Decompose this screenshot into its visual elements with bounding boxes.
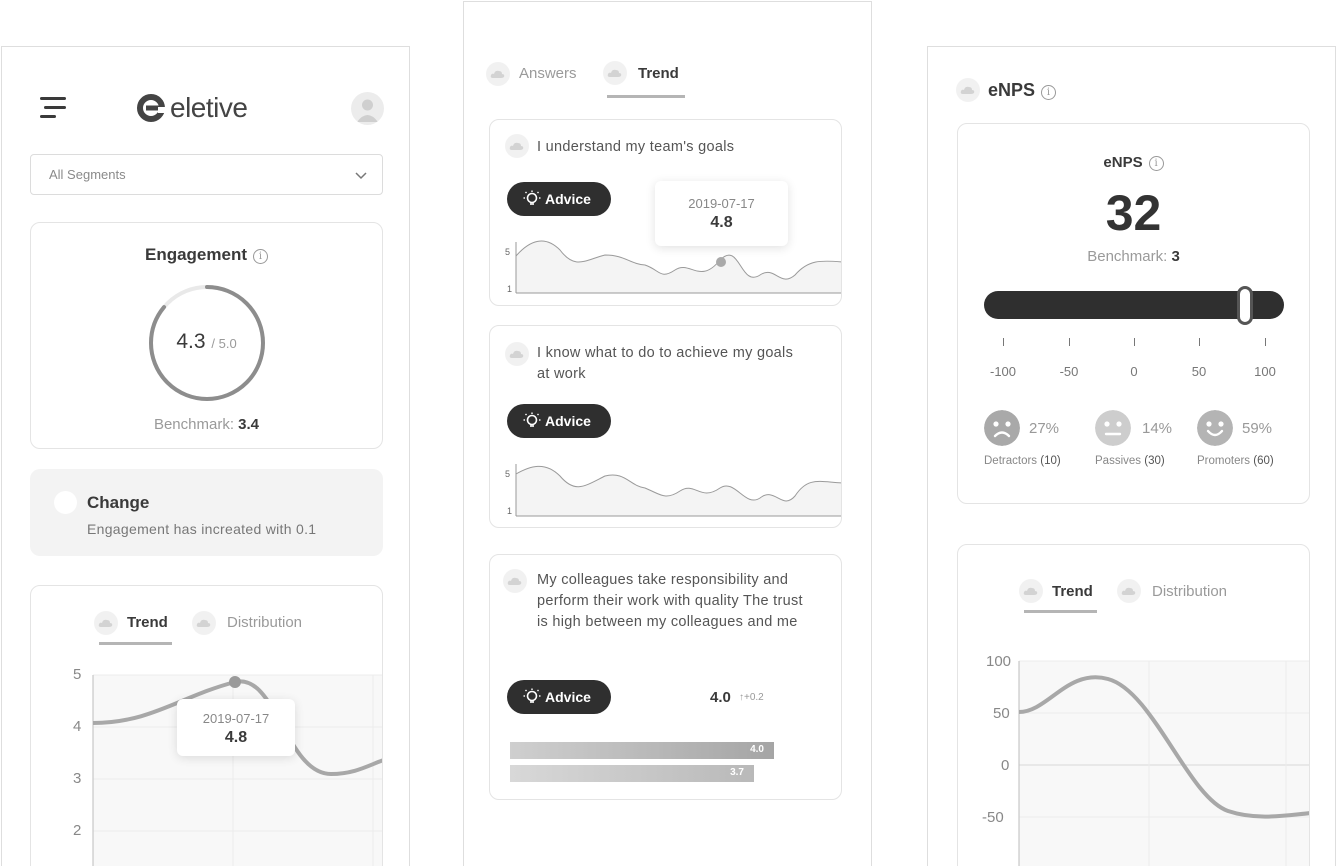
detractors-label: Detractors [984,455,1038,467]
cloud-icon [603,61,627,85]
info-icon[interactable]: i [1148,156,1164,171]
question-delta: ↑+0.2 [739,692,764,703]
tooltip-value: 4.8 [710,214,733,231]
segment-select-value: All Segments [49,167,126,182]
happy-face-icon [1197,410,1233,446]
scale-label: -100 [989,364,1017,379]
enps-title: eNPS [1103,154,1143,171]
score-bar-label: 3.7 [730,767,744,778]
scale-label: 0 [1130,364,1138,379]
eletive-logo-mark-icon [137,94,166,122]
enps-header: eNPS [988,80,1036,100]
tab-answers[interactable]: Answers [519,65,577,82]
eletive-logo: eletive [136,91,248,125]
engagement-card: Engagement i 4.3 / 5.0 Benchmark: 3.4 [30,222,383,449]
mobile-screen-questions: Answers Trend I understand my team's goa… [463,1,872,866]
info-icon[interactable]: i [253,249,269,264]
scale-tick [1069,338,1070,346]
passives-label: Passives [1095,455,1142,467]
benchmark-label: Benchmark: [153,416,234,433]
benchmark-value: 3 [1171,248,1180,265]
promoters-label: Promoters [1197,455,1251,467]
info-icon[interactable]: i [1041,85,1057,100]
question-card[interactable]: My colleagues take responsibility and pe… [489,554,842,800]
chart-tooltip: 2019-07-17 4.8 [177,699,295,756]
scale-label: 100 [1254,364,1276,379]
tooltip-value: 4.8 [224,729,248,746]
tab-trend[interactable]: Trend [638,65,679,82]
enps-trend-card: Trend Distribution 100 50 0 -50 [957,544,1310,866]
detractors-count: (10) [1040,455,1061,467]
score-bar-label: 4.0 [750,744,764,755]
tab-trend-underline [607,95,685,98]
mobile-screen-enps: eNPS i eNPS i 32 Benchmark: 3 -100 -50 0 5… [927,46,1336,866]
enps-card: eNPS i 32 Benchmark: 3 -100 -50 0 50 100 … [957,123,1310,504]
question-trend-chart [515,464,841,517]
scale-tick [1003,338,1004,346]
engagement-score: 4.3 [176,330,206,353]
segment-select[interactable]: All Segments [30,154,383,195]
enps-trend-chart [1018,660,1309,866]
cloud-icon [503,569,527,593]
app-name: eletive [170,92,248,123]
chart-point-highlight[interactable] [229,676,241,688]
score-bar: 4.0 [510,742,774,759]
tooltip-date: 2019-07-17 [202,711,270,726]
engagement-title: Engagement [144,245,248,264]
scale-tick [1199,338,1200,346]
tooltip-date: 2019-07-17 [688,196,755,211]
chart-tooltip: 2019-07-17 4.8 [655,181,788,246]
benchmark-value: 3.4 [238,416,260,433]
passives-count: (30) [1144,455,1165,467]
user-icon [357,99,378,122]
enps-slider-thumb[interactable] [1237,286,1253,325]
change-text: Engagement has increated with 0.1 [87,521,317,537]
scale-tick [1134,338,1135,346]
scale-label: 50 [1191,364,1207,379]
enps-score: 32 [1105,185,1162,241]
benchmark-label: Benchmark: [1087,248,1168,265]
engagement-trend-card: Trend Distribution 5 4 3 2 2019-07-17 4.… [30,585,383,866]
question-card[interactable]: I know what to do to achieve my goals at… [489,325,842,528]
cloud-icon [486,62,510,86]
mobile-screen-engagement: eletive All Segments Engagement i 4.3 / 5… [1,46,410,866]
question-card[interactable]: I understand my team's goals Advice 5 1 … [489,119,842,306]
advice-button[interactable]: Advice [507,680,611,714]
advice-button-label: Advice [545,689,591,705]
question-text: My colleagues take responsibility and pe… [537,572,803,630]
scale-label: -50 [1059,364,1079,379]
chart-point-highlight[interactable] [716,257,726,267]
neutral-face-icon [1095,410,1131,446]
score-bar: 3.7 [510,765,754,782]
detractors-percent: 27% [1029,420,1060,437]
chevron-down-icon [355,172,367,180]
change-title: Change [87,493,150,512]
engagement-max: / 5.0 [211,336,237,351]
change-box: Change Engagement has increated with 0.1 [30,469,383,556]
passives-percent: 14% [1142,420,1173,437]
scale-tick [1265,338,1266,346]
lightbulb-icon [523,688,541,703]
avatar[interactable] [351,92,384,125]
menu-icon[interactable] [40,97,66,119]
change-indicator-icon [54,491,77,514]
question-score: 4.0 [710,689,731,706]
sad-face-icon [984,410,1020,446]
cloud-icon [956,78,980,102]
promoters-percent: 59% [1242,420,1273,437]
promoters-count: (60) [1253,455,1274,467]
